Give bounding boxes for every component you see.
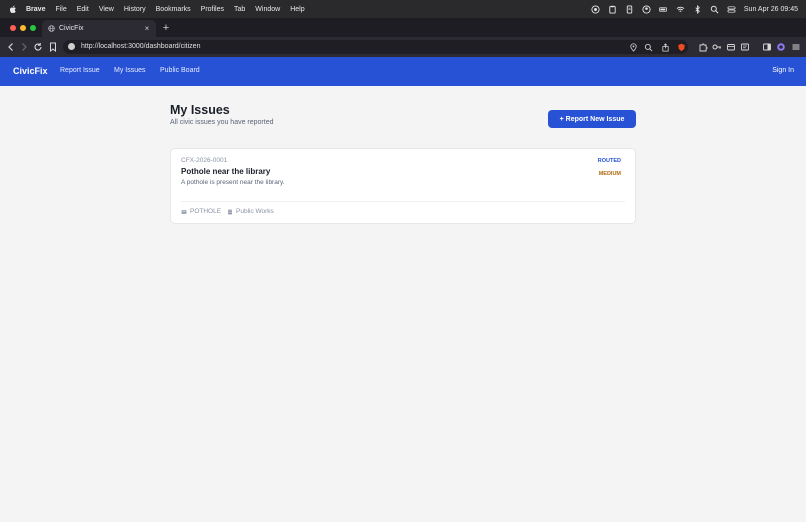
page-subtitle: All civic issues you have reported <box>170 119 274 126</box>
tab-title: CivicFix <box>59 25 84 32</box>
issue-title: Pothole near the library <box>181 167 271 176</box>
priority-badge: MEDIUM <box>598 171 621 177</box>
page-title: My Issues <box>170 103 230 117</box>
apple-icon[interactable] <box>9 5 17 13</box>
password-key-icon[interactable] <box>711 41 722 52</box>
menu-clock[interactable]: Sun Apr 26 09:45 <box>744 6 798 13</box>
brand-logo[interactable]: CivicFix <box>13 66 48 76</box>
app-nav-bar: CivicFix Report Issue My Issues Public B… <box>0 57 806 86</box>
leo-ai-icon[interactable] <box>775 41 786 52</box>
menu-profiles[interactable]: Profiles <box>201 6 224 13</box>
browser-tab[interactable]: CivicFix × <box>42 20 156 37</box>
wifi-icon[interactable] <box>676 5 685 14</box>
window-zoom-button[interactable] <box>30 25 36 31</box>
department-building-icon <box>227 208 234 215</box>
control-center-icon[interactable] <box>727 5 736 14</box>
reload-icon[interactable] <box>32 41 43 52</box>
document-icon[interactable] <box>625 4 634 14</box>
menu-file[interactable]: File <box>55 6 66 13</box>
issue-reference: CFX-2026-0001 <box>181 157 228 164</box>
reader-mode-icon[interactable] <box>739 41 750 52</box>
issue-department: Public Works <box>227 208 274 215</box>
user-account-icon[interactable] <box>642 4 651 14</box>
menu-app-name[interactable]: Brave <box>26 6 45 13</box>
wallet-icon[interactable] <box>725 41 736 52</box>
issue-department-label: Public Works <box>236 208 274 215</box>
status-badge: ROUTED <box>597 158 621 164</box>
tab-close-icon[interactable]: × <box>142 24 152 34</box>
menu-edit[interactable]: Edit <box>77 6 89 13</box>
menu-bookmarks[interactable]: Bookmarks <box>156 6 191 13</box>
window-minimize-button[interactable] <box>20 25 26 31</box>
macos-menu-bar: Brave File Edit View History Bookmarks P… <box>0 0 806 18</box>
sidebar-toggle-icon[interactable] <box>761 41 772 52</box>
issue-description: A pothole is present near the library. <box>181 179 285 186</box>
bookmark-icon[interactable] <box>47 41 58 52</box>
clipboard-icon[interactable] <box>608 5 617 14</box>
browser-tab-strip: CivicFix × + <box>0 18 806 37</box>
window-close-button[interactable] <box>10 25 16 31</box>
nav-link-report-issue[interactable]: Report Issue <box>60 67 100 74</box>
share-icon[interactable] <box>660 42 670 52</box>
spotlight-search-icon[interactable] <box>710 5 719 14</box>
bluetooth-icon[interactable] <box>693 4 702 14</box>
globe-icon <box>48 25 55 32</box>
menu-view[interactable]: View <box>99 6 114 13</box>
location-pin-icon[interactable] <box>628 42 638 52</box>
issue-category: POTHOLE <box>181 208 221 215</box>
address-bar[interactable]: http://localhost:3000/dashboard/citizen <box>63 40 688 54</box>
forward-arrow-icon[interactable] <box>18 41 29 52</box>
zoom-icon[interactable] <box>643 42 653 52</box>
issue-card[interactable]: CFX-2026-0001 Pothole near the library A… <box>170 148 636 224</box>
brave-shields-icon[interactable] <box>676 42 686 52</box>
extensions-puzzle-icon[interactable] <box>697 41 708 52</box>
hamburger-menu-icon[interactable] <box>790 41 801 52</box>
issue-category-label: POTHOLE <box>190 208 222 215</box>
sign-in-link[interactable]: Sign In <box>772 67 794 74</box>
card-divider <box>181 201 625 202</box>
status-area: Sun Apr 26 09:45 <box>591 0 798 18</box>
report-new-issue-button[interactable]: + Report New Issue <box>548 110 636 128</box>
nav-link-my-issues[interactable]: My Issues <box>114 67 146 74</box>
browser-toolbar: http://localhost:3000/dashboard/citizen <box>0 37 806 57</box>
category-tag-icon <box>181 208 188 215</box>
menu-help[interactable]: Help <box>290 6 304 13</box>
screen-recording-icon[interactable] <box>591 4 600 14</box>
url-text[interactable]: http://localhost:3000/dashboard/citizen <box>81 42 200 52</box>
menu-tab[interactable]: Tab <box>234 6 245 13</box>
back-arrow-icon[interactable] <box>5 41 16 52</box>
menu-history[interactable]: History <box>124 6 146 13</box>
new-tab-plus-icon[interactable]: + <box>160 21 172 35</box>
battery-icon[interactable] <box>658 5 668 14</box>
site-info-icon[interactable] <box>68 43 75 50</box>
nav-link-public-board[interactable]: Public Board <box>160 67 200 74</box>
menu-window[interactable]: Window <box>255 6 280 13</box>
